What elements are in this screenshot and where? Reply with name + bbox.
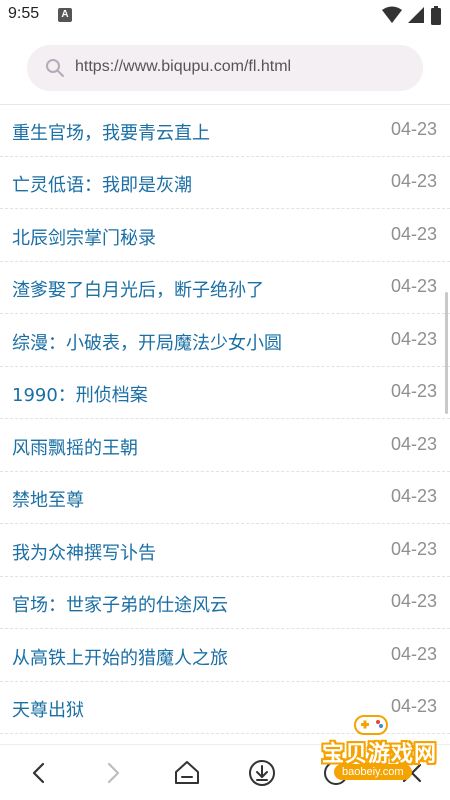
book-title-link[interactable]: 官场：世家子弟的仕途风云 [12,591,228,617]
update-date: 04-23 [390,224,437,244]
update-date: 04-23 [390,644,437,664]
book-title-link[interactable]: 亡灵低语：我即是灰潮 [12,171,192,197]
scrollbar[interactable] [445,292,448,414]
list-item[interactable]: 官场：世家子弟的仕途风云 04-23 [0,577,450,629]
book-title-link[interactable]: 天尊出狱 [12,696,84,722]
back-icon[interactable] [25,759,53,787]
app-notification-icon: A [58,8,72,22]
home-icon[interactable] [173,759,201,787]
book-title-link[interactable]: 禁地至尊 [12,486,84,512]
update-date: 04-23 [390,119,437,139]
list-item[interactable]: 渣爹娶了白月光后，断子绝孙了 04-23 [0,262,450,314]
status-bar: 9:55 A [0,0,450,32]
watermark-logo: 宝贝游戏网 baobeiy.com [294,708,444,784]
address-url[interactable]: https://www.biqupu.com/fl.html [75,58,291,76]
signal-icon [407,7,424,23]
status-time: 9:55 [8,5,40,22]
list-item[interactable]: 综漫：小破表，开局魔法少女小圆 04-23 [0,315,450,367]
book-title-link[interactable]: 北辰剑宗掌门秘录 [12,224,156,250]
forward-icon[interactable] [99,759,127,787]
list-item[interactable]: 北辰剑宗掌门秘录 04-23 [0,210,450,262]
search-icon [46,59,64,77]
book-title-link[interactable]: 风雨飘摇的王朝 [12,434,138,460]
list-item[interactable]: 从高铁上开始的猎魔人之旅 04-23 [0,630,450,682]
battery-icon [431,6,441,25]
book-title-link[interactable]: 综漫：小破表，开局魔法少女小圆 [12,329,282,355]
list-item[interactable]: 禁地至尊 04-23 [0,472,450,524]
book-title-link[interactable]: 渣爹娶了白月光后，断子绝孙了 [12,276,264,302]
update-date: 04-23 [390,591,437,611]
list-item[interactable]: 重生官场，我要青云直上 04-23 [0,105,450,157]
update-date: 04-23 [390,539,437,559]
address-bar-area: https://www.biqupu.com/fl.html [0,32,450,104]
list-item[interactable]: 我为众神撰写讣告 04-23 [0,525,450,577]
download-icon[interactable] [248,759,276,787]
list-item[interactable]: 风雨飘摇的王朝 04-23 [0,420,450,472]
update-date: 04-23 [390,171,437,191]
list-item[interactable]: 1990：刑侦档案 04-23 [0,367,450,419]
update-date: 04-23 [390,486,437,506]
gamepad-icon [354,715,388,735]
watermark-url: baobeiy.com [334,764,412,780]
status-icons [381,6,442,26]
book-title-link[interactable]: 我为众神撰写讣告 [12,539,156,565]
book-title-link[interactable]: 从高铁上开始的猎魔人之旅 [12,644,228,670]
update-date: 04-23 [390,381,437,401]
book-list: 重生官场，我要青云直上 04-23 亡灵低语：我即是灰潮 04-23 北辰剑宗掌… [0,104,450,744]
book-title-link[interactable]: 1990：刑侦档案 [12,381,148,407]
update-date: 04-23 [390,329,437,349]
wifi-icon [381,6,402,23]
book-title-link[interactable]: 重生官场，我要青云直上 [12,119,210,145]
update-date: 04-23 [390,276,437,296]
address-bar[interactable]: https://www.biqupu.com/fl.html [27,45,423,91]
update-date: 04-23 [390,434,437,454]
list-item[interactable]: 亡灵低语：我即是灰潮 04-23 [0,157,450,209]
